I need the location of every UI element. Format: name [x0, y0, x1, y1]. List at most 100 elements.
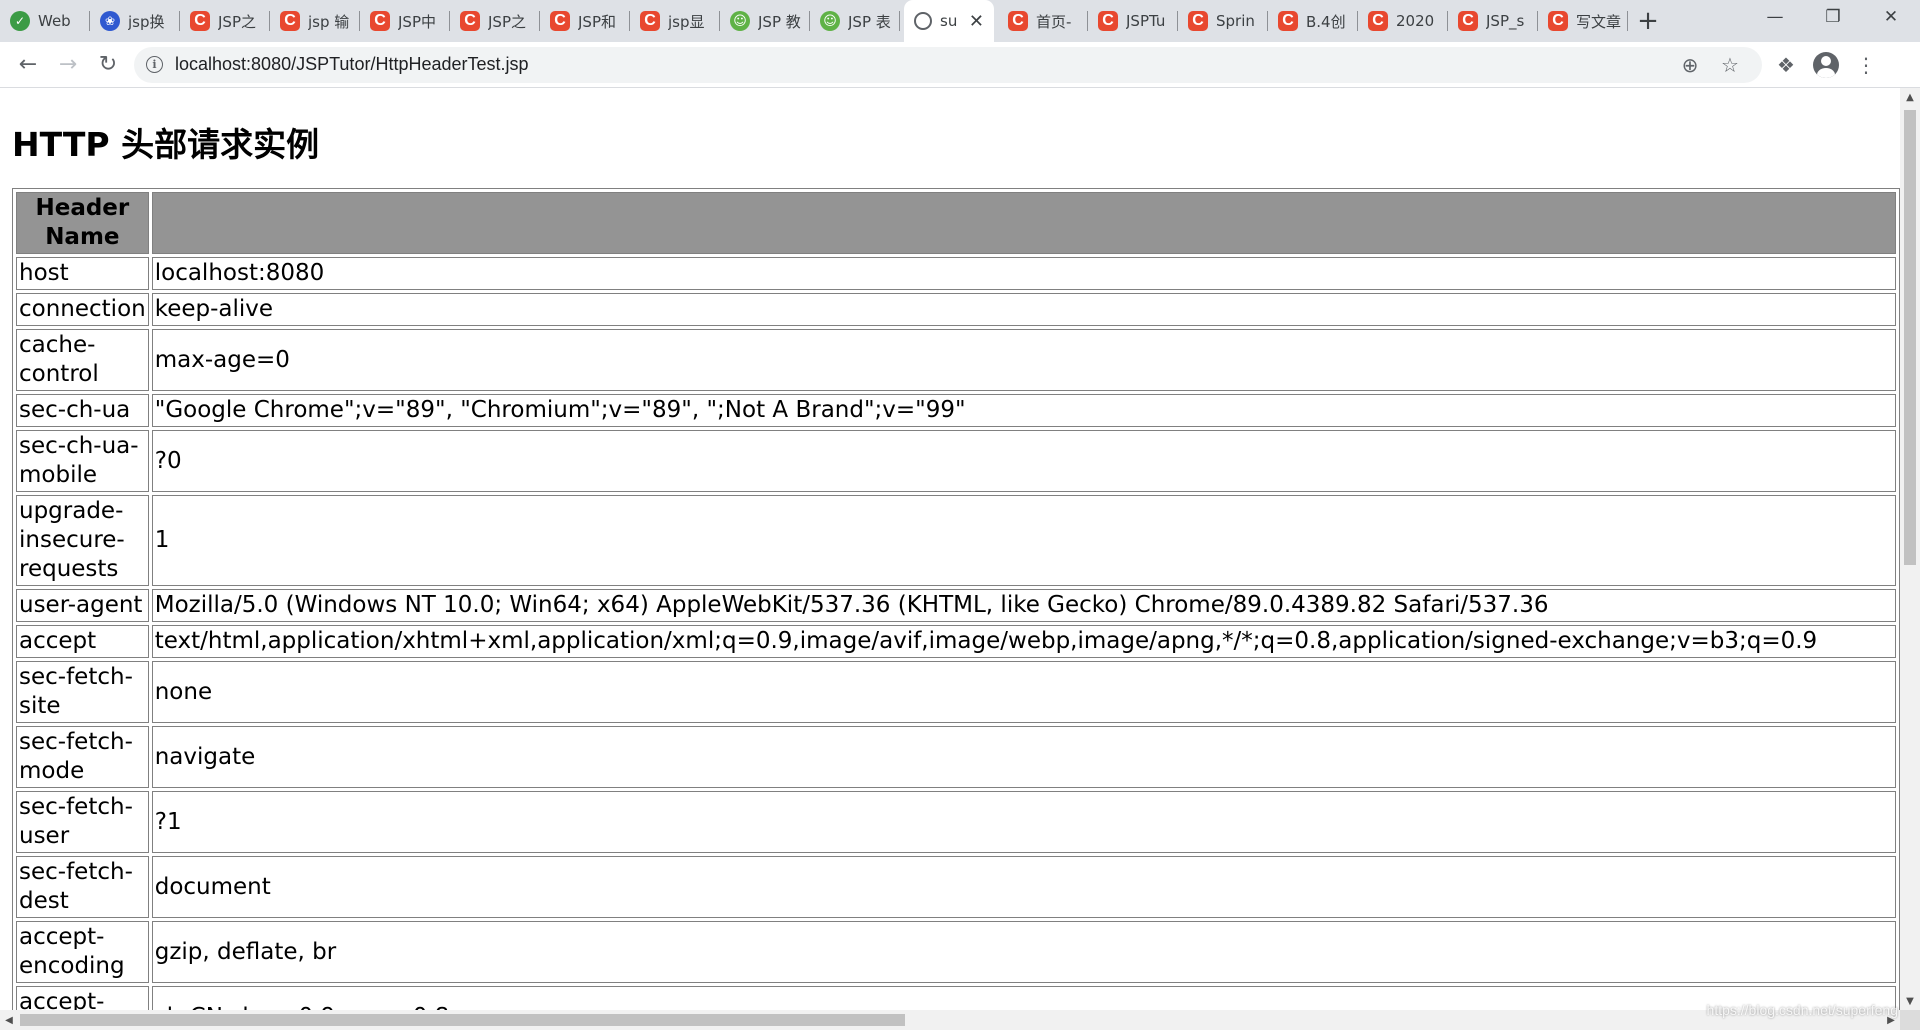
header-name-cell: upgrade-insecure-requests — [16, 495, 149, 586]
csdn-icon — [640, 11, 660, 31]
csdn-icon — [1458, 11, 1478, 31]
page-viewport: HTTP 头部请求实例 Header Name host localhost:80… — [0, 88, 1900, 1010]
forward-arrow-icon[interactable]: → — [48, 45, 88, 85]
table-row: sec-ch-ua-mobile ?0 — [16, 430, 1896, 492]
header-value-cell: gzip, deflate, br — [151, 921, 1896, 983]
tab-10[interactable]: su ✕ — [904, 0, 994, 42]
header-value-cell: ?0 — [151, 430, 1896, 492]
tab-7[interactable]: jsp显 — [630, 0, 720, 42]
header-value-cell: text/html,application/xhtml+xml,applicat… — [151, 625, 1896, 658]
vertical-scrollbar[interactable]: ▲ ▼ — [1900, 88, 1920, 1010]
headers-table: Header Name host localhost:8080 connection… — [12, 188, 1900, 1010]
tab-6[interactable]: JSP和 — [540, 0, 630, 42]
page-title: HTTP 头部请求实例 — [12, 125, 320, 164]
csdn-icon — [1008, 11, 1028, 31]
table-row: sec-fetch-mode navigate — [16, 726, 1896, 788]
table-row: accept text/html,application/xhtml+xml,ap… — [16, 625, 1896, 658]
watermark: https://blog.csdn.net/superfeng — [1706, 1002, 1898, 1018]
extensions-puzzle-icon[interactable]: ❖ — [1766, 45, 1806, 85]
baidu-icon — [100, 11, 120, 31]
header-name-cell: sec-fetch-user — [16, 791, 149, 853]
tab-label: JSP_s — [1486, 12, 1525, 30]
tab-label: jsp 输 — [308, 12, 350, 31]
table-row: sec-fetch-site none — [16, 661, 1896, 723]
menu-kebab-icon[interactable]: ⋮ — [1846, 45, 1886, 85]
header-name-cell: sec-ch-ua — [16, 394, 149, 427]
window-controls: — ❐ ✕ — [1746, 0, 1920, 34]
table-row: accept-languagezh-CN,zh;q=0.9,en;q=0.8 — [16, 986, 1896, 1010]
minimize-icon[interactable]: — — [1746, 0, 1804, 34]
tab-3[interactable]: jsp 输 — [270, 0, 360, 42]
tab-label: JSP 教 — [758, 12, 801, 31]
table-row: host localhost:8080 — [16, 257, 1896, 290]
header-value-cell: "Google Chrome";v="89", "Chromium";v="89… — [151, 394, 1896, 427]
header-value-cell: none — [151, 661, 1896, 723]
tab-5[interactable]: JSP之 — [450, 0, 540, 42]
tab-12[interactable]: JSPTu — [1088, 0, 1178, 42]
tab-16[interactable]: JSP_s — [1448, 0, 1538, 42]
close-tab-icon[interactable]: ✕ — [969, 11, 984, 32]
tab-9[interactable]: JSP 表 — [810, 0, 900, 42]
tab-17[interactable]: 写文章 — [1538, 0, 1628, 42]
info-icon[interactable]: i — [146, 56, 163, 73]
tab-label: 首页- — [1036, 12, 1072, 31]
table-row: user-agent Mozilla/5.0 (Windows NT 10.0; … — [16, 589, 1896, 622]
tab-0[interactable]: Web — [0, 0, 90, 42]
tab-label: jsp显 — [668, 12, 705, 31]
globe-icon — [914, 12, 932, 30]
csdn-icon — [1098, 11, 1118, 31]
header-value-cell: 1 — [151, 495, 1896, 586]
tab-8[interactable]: JSP 教 — [720, 0, 810, 42]
tab-14[interactable]: B.4创 — [1268, 0, 1358, 42]
header-name-cell: user-agent — [16, 589, 149, 622]
header-name-cell: accept — [16, 625, 149, 658]
header-name-cell: accept-encoding — [16, 921, 149, 983]
table-row: sec-ch-ua "Google Chrome";v="89", "Chromi… — [16, 394, 1896, 427]
bookmark-star-icon[interactable]: ☆ — [1710, 53, 1750, 77]
vertical-scroll-thumb[interactable] — [1904, 110, 1916, 565]
zoom-icon[interactable]: ⊕ — [1670, 53, 1710, 77]
table-row: connection keep-alive — [16, 293, 1896, 326]
csdn-icon — [370, 11, 390, 31]
horizontal-scrollbar[interactable]: ◀ ▶ — [0, 1010, 1900, 1030]
web-icon — [10, 11, 30, 31]
close-window-icon[interactable]: ✕ — [1862, 0, 1920, 34]
address-bar[interactable]: i localhost:8080/JSPTutor/HttpHeaderTest… — [134, 46, 1762, 83]
header-value-cell: ?1 — [151, 791, 1896, 853]
restore-icon[interactable]: ❐ — [1804, 0, 1862, 34]
header-value-cell: max-age=0 — [151, 329, 1896, 391]
tab-label: B.4创 — [1306, 12, 1346, 31]
horizontal-scroll-thumb[interactable] — [20, 1014, 905, 1026]
table-row: sec-fetch-user ?1 — [16, 791, 1896, 853]
csdn-icon — [460, 11, 480, 31]
scroll-left-icon[interactable]: ◀ — [0, 1010, 18, 1030]
scroll-up-icon[interactable]: ▲ — [1900, 88, 1920, 106]
tab-label: jsp换 — [128, 12, 165, 31]
header-value-cell: localhost:8080 — [151, 257, 1896, 290]
tab-13[interactable]: Sprin — [1178, 0, 1268, 42]
header-name-cell: sec-fetch-mode — [16, 726, 149, 788]
new-tab-button[interactable]: + — [1628, 0, 1668, 42]
scroll-down-icon[interactable]: ▼ — [1900, 992, 1920, 1010]
tab-strip: Web jsp换 JSP之 jsp 输 JSP中 JSP之 JSP和 jsp显 JSP 教 JSP… — [0, 0, 1920, 42]
url-text[interactable]: localhost:8080/JSPTutor/HttpHeaderTest.j… — [175, 54, 1670, 75]
reload-icon[interactable]: ↻ — [88, 45, 128, 85]
profile-avatar[interactable] — [1806, 45, 1846, 85]
tab-label: JSP之 — [218, 12, 256, 31]
tab-label: JSP和 — [578, 12, 616, 31]
table-header-row: Header Name — [16, 192, 1896, 254]
tab-4[interactable]: JSP中 — [360, 0, 450, 42]
tab-list: Web jsp换 JSP之 jsp 输 JSP中 JSP之 JSP和 jsp显 JSP 教 JSP… — [0, 0, 1628, 42]
tab-15[interactable]: 2020 — [1358, 0, 1448, 42]
tab-label: 写文章 — [1576, 12, 1622, 31]
tab-11[interactable]: 首页- — [998, 0, 1088, 42]
tab-2[interactable]: JSP之 — [180, 0, 270, 42]
tab-label: JSPTu — [1126, 12, 1166, 30]
back-arrow-icon[interactable]: ← — [8, 45, 48, 85]
table-row: upgrade-insecure-requests 1 — [16, 495, 1896, 586]
header-name-cell: cache-control — [16, 329, 149, 391]
header-name-cell: sec-fetch-dest — [16, 856, 149, 918]
tab-1[interactable]: jsp换 — [90, 0, 180, 42]
green-icon — [820, 11, 840, 31]
tab-label: su — [940, 12, 958, 30]
